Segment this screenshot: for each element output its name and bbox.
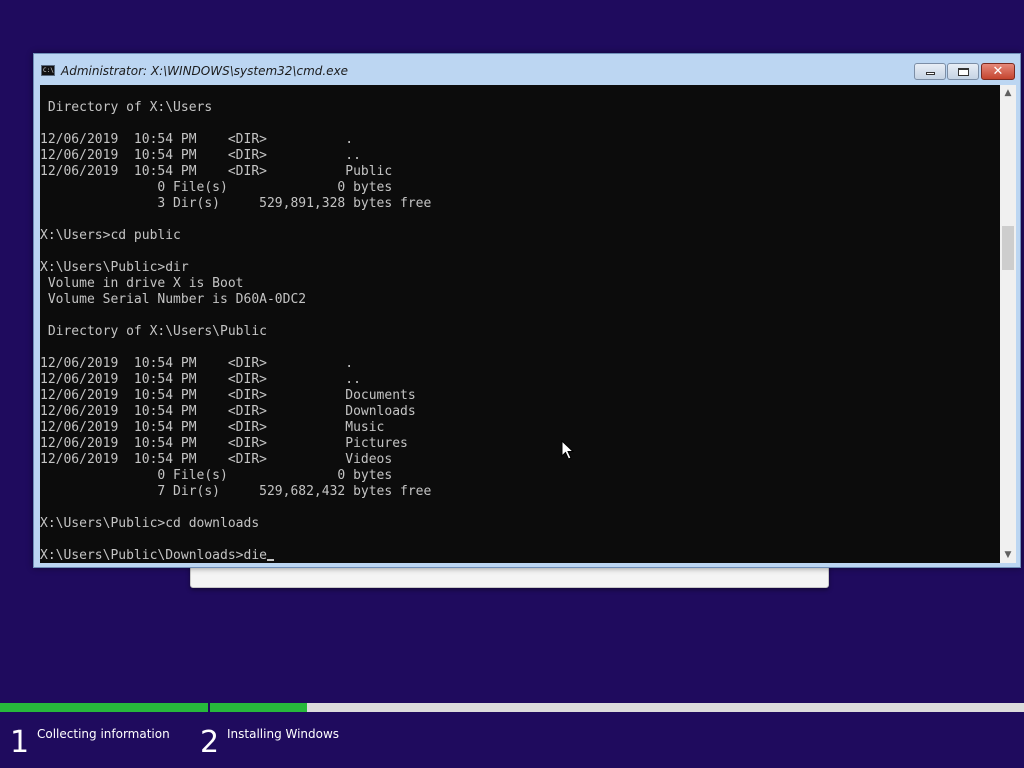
command-prompt: X:\Users\Public\Downloads> bbox=[40, 548, 244, 563]
console-line: 12/06/2019 10:54 PM <DIR> Videos bbox=[40, 452, 393, 467]
step-number: 2 bbox=[200, 725, 220, 760]
console-line: 12/06/2019 10:54 PM <DIR> . bbox=[40, 356, 354, 371]
console-line: Directory of X:\Users\Public bbox=[40, 324, 267, 339]
maximize-icon bbox=[957, 67, 969, 76]
step-number: 1 bbox=[10, 725, 30, 760]
cmd-icon[interactable]: C:\ bbox=[41, 65, 55, 76]
console-line: 0 File(s) 0 bytes bbox=[40, 180, 393, 195]
mouse-pointer-icon bbox=[561, 440, 575, 460]
console-line: 12/06/2019 10:54 PM <DIR> Downloads bbox=[40, 404, 416, 419]
step-label: Installing Windows bbox=[227, 727, 340, 741]
console-line: 0 File(s) 0 bytes bbox=[40, 468, 393, 483]
console-line: 12/06/2019 10:54 PM <DIR> Public bbox=[40, 164, 393, 179]
title-bar[interactable]: C:\ Administrator: X:\WINDOWS\system32\c… bbox=[34, 54, 1020, 85]
console-line: X:\Users\Public>cd downloads bbox=[40, 516, 260, 531]
cmd-window[interactable]: C:\ Administrator: X:\WINDOWS\system32\c… bbox=[33, 53, 1021, 568]
console-line: 3 Dir(s) 529,891,328 bytes free bbox=[40, 196, 432, 211]
vertical-scrollbar[interactable]: ▲ ▼ bbox=[1000, 85, 1016, 563]
progress-segment-collecting bbox=[0, 703, 208, 712]
console-line: 12/06/2019 10:54 PM <DIR> .. bbox=[40, 372, 361, 387]
console-line: 7 Dir(s) 529,682,432 bytes free bbox=[40, 484, 432, 499]
minimize-button[interactable] bbox=[914, 63, 946, 80]
console-line: X:\Users\Public>dir bbox=[40, 260, 189, 275]
console-history: Directory of X:\Users 12/06/2019 10:54 P… bbox=[40, 100, 431, 548]
minimize-icon bbox=[925, 72, 935, 75]
scroll-up-icon[interactable]: ▲ bbox=[1000, 85, 1016, 101]
console-line: 12/06/2019 10:54 PM <DIR> .. bbox=[40, 148, 361, 163]
scrollbar-thumb[interactable] bbox=[1002, 226, 1014, 270]
setup-progress-bar bbox=[0, 703, 1024, 712]
step-label: Collecting information bbox=[37, 727, 170, 741]
scroll-down-icon[interactable]: ▼ bbox=[1000, 547, 1016, 563]
window-title: Administrator: X:\WINDOWS\system32\cmd.e… bbox=[61, 64, 349, 78]
console-line: Volume in drive X is Boot bbox=[40, 276, 244, 291]
console-line: 12/06/2019 10:54 PM <DIR> Documents bbox=[40, 388, 416, 403]
console-line: X:\Users>cd public bbox=[40, 228, 181, 243]
prompt-line[interactable]: X:\Users\Public\Downloads>die bbox=[40, 548, 431, 563]
console-line: 12/06/2019 10:54 PM <DIR> Music bbox=[40, 420, 385, 435]
console-text: Directory of X:\Users 12/06/2019 10:54 P… bbox=[40, 100, 431, 563]
console-line: Directory of X:\Users bbox=[40, 100, 213, 115]
text-cursor bbox=[266, 559, 274, 561]
close-button[interactable]: ✕ bbox=[981, 63, 1015, 80]
command-input[interactable]: die bbox=[244, 548, 267, 563]
console-line: 12/06/2019 10:54 PM <DIR> Pictures bbox=[40, 436, 408, 451]
console-line: Volume Serial Number is D60A-0DC2 bbox=[40, 292, 307, 307]
console-output[interactable]: Directory of X:\Users 12/06/2019 10:54 P… bbox=[40, 85, 1000, 563]
maximize-button[interactable] bbox=[947, 63, 979, 80]
close-icon: ✕ bbox=[992, 64, 1004, 79]
console-line: 12/06/2019 10:54 PM <DIR> . bbox=[40, 132, 354, 147]
progress-segment-installing bbox=[210, 703, 307, 712]
